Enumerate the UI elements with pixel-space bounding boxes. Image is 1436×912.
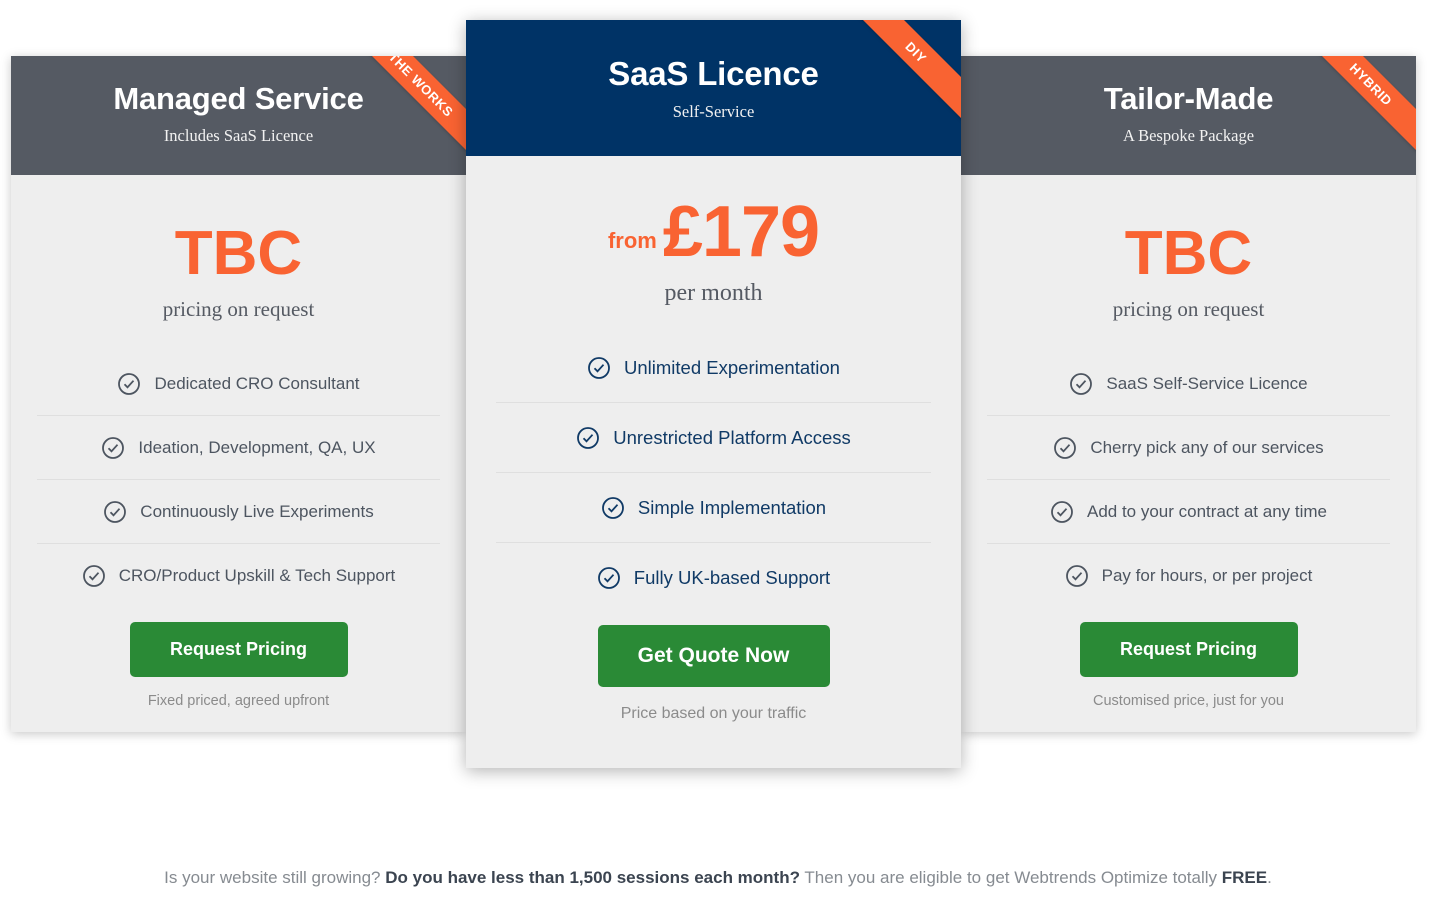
cta-area: Request Pricing Fixed priced, agreed upf… bbox=[11, 622, 466, 709]
list-item: Unlimited Experimentation bbox=[496, 333, 931, 404]
check-circle-icon bbox=[1065, 564, 1089, 588]
price-value: TBC bbox=[1124, 219, 1253, 288]
check-circle-icon bbox=[587, 356, 611, 380]
feature-label: Cherry pick any of our services bbox=[1090, 437, 1324, 457]
footer-text-bold1: Do you have less than 1,500 sessions eac… bbox=[385, 868, 800, 887]
list-item: Unrestricted Platform Access bbox=[496, 403, 931, 474]
feature-label: Simple Implementation bbox=[637, 496, 827, 518]
feature-label: Unrestricted Platform Access bbox=[613, 426, 851, 448]
feature-label: Dedicated CRO Consultant bbox=[154, 373, 360, 393]
plan-title: Tailor-Made bbox=[1103, 81, 1274, 116]
card-header-tailor-made: Tailor-Made A Bespoke Package HYBRID bbox=[961, 56, 1416, 175]
cta-area: Request Pricing Customised price, just f… bbox=[961, 622, 1416, 709]
request-pricing-button[interactable]: Request Pricing bbox=[129, 622, 348, 677]
feature-label: Pay for hours, or per project bbox=[1101, 566, 1313, 585]
price-note: pricing on request bbox=[1112, 297, 1265, 321]
feature-label: Add to your contract at any time bbox=[1086, 501, 1327, 521]
check-circle-icon bbox=[101, 436, 125, 460]
pricing-card-managed-service: Managed Service Includes SaaS Licence TH… bbox=[11, 56, 466, 732]
get-quote-now-button[interactable]: Get Quote Now bbox=[597, 625, 830, 688]
list-item: Continuously Live Experiments bbox=[37, 480, 440, 544]
price-value: £179 bbox=[662, 192, 820, 272]
price-block: TBC pricing on request bbox=[11, 175, 466, 322]
price-prefix: from bbox=[607, 228, 657, 254]
cta-area: Get Quote Now Price based on your traffi… bbox=[466, 625, 961, 723]
cta-note: Customised price, just for you bbox=[1093, 693, 1284, 709]
price-note: per month bbox=[664, 280, 763, 307]
card-header-saas-licence: SaaS Licence Self-Service DIY bbox=[466, 20, 961, 156]
check-circle-icon bbox=[82, 564, 106, 588]
plan-subtitle: Self-Service bbox=[672, 102, 755, 122]
list-item: Pay for hours, or per project bbox=[987, 544, 1390, 608]
feature-list: Unlimited Experimentation Unrestricted P… bbox=[466, 333, 961, 613]
request-pricing-button[interactable]: Request Pricing bbox=[1079, 622, 1298, 677]
feature-label: CRO/Product Upskill & Tech Support bbox=[118, 566, 396, 585]
list-item: CRO/Product Upskill & Tech Support bbox=[37, 544, 440, 608]
footer-eligibility-note: Is your website still growing? Do you ha… bbox=[0, 868, 1436, 888]
feature-label: SaaS Self-Service Licence bbox=[1106, 373, 1308, 393]
check-circle-icon bbox=[597, 566, 621, 590]
list-item: Fully UK-based Support bbox=[496, 543, 931, 613]
list-item: Ideation, Development, QA, UX bbox=[37, 416, 440, 480]
feature-label: Unlimited Experimentation bbox=[624, 356, 840, 378]
pricing-card-tailor-made: Tailor-Made A Bespoke Package HYBRID TBC… bbox=[961, 56, 1416, 732]
check-circle-icon bbox=[103, 500, 127, 524]
feature-list: Dedicated CRO Consultant Ideation, Devel… bbox=[11, 352, 466, 608]
list-item: SaaS Self-Service Licence bbox=[987, 352, 1390, 416]
cta-note: Price based on your traffic bbox=[620, 705, 807, 723]
list-item: Dedicated CRO Consultant bbox=[37, 352, 440, 416]
feature-label: Fully UK-based Support bbox=[633, 567, 831, 589]
price-note: pricing on request bbox=[162, 297, 315, 321]
price-block: TBC pricing on request bbox=[961, 175, 1416, 322]
cta-note: Fixed priced, agreed upfront bbox=[147, 693, 330, 709]
card-header-managed-service: Managed Service Includes SaaS Licence TH… bbox=[11, 56, 466, 175]
plan-title: Managed Service bbox=[113, 81, 364, 116]
list-item: Add to your contract at any time bbox=[987, 480, 1390, 544]
plan-title: SaaS Licence bbox=[608, 55, 819, 92]
plan-subtitle: Includes SaaS Licence bbox=[163, 126, 314, 146]
plan-subtitle: A Bespoke Package bbox=[1122, 126, 1255, 146]
check-circle-icon bbox=[117, 372, 141, 396]
check-circle-icon bbox=[1050, 500, 1074, 524]
check-circle-icon bbox=[1053, 436, 1077, 460]
pricing-table: Managed Service Includes SaaS Licence TH… bbox=[0, 0, 1436, 800]
price-row: from £179 bbox=[466, 192, 961, 272]
feature-label: Ideation, Development, QA, UX bbox=[138, 437, 376, 457]
pricing-card-saas-licence: SaaS Licence Self-Service DIY from £179 … bbox=[466, 20, 961, 768]
feature-list: SaaS Self-Service Licence Cherry pick an… bbox=[961, 352, 1416, 608]
check-circle-icon bbox=[601, 496, 625, 520]
footer-text-bold2: FREE bbox=[1221, 868, 1268, 887]
price-block: from £179 per month bbox=[466, 156, 961, 307]
footer-text-part3: . bbox=[1267, 868, 1272, 887]
footer-text-part2: Then you are eligible to get Webtrends O… bbox=[800, 868, 1222, 887]
list-item: Simple Implementation bbox=[496, 473, 931, 544]
price-value: TBC bbox=[174, 219, 303, 288]
feature-label: Continuously Live Experiments bbox=[140, 501, 374, 521]
list-item: Cherry pick any of our services bbox=[987, 416, 1390, 480]
check-circle-icon bbox=[576, 426, 600, 450]
check-circle-icon bbox=[1069, 372, 1093, 396]
footer-text-part1: Is your website still growing? bbox=[164, 868, 386, 887]
